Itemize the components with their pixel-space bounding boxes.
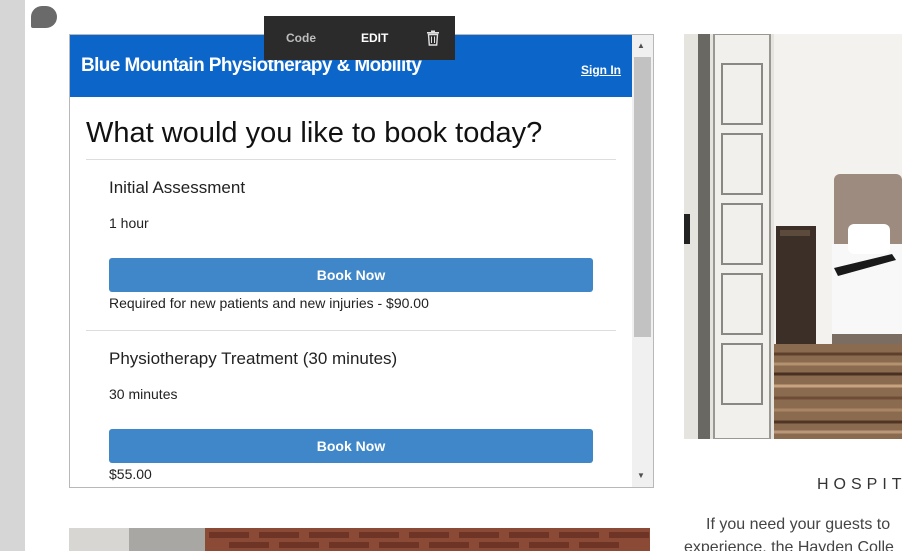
hotel-room-photo — [684, 34, 902, 439]
brick-wall-photo — [69, 528, 650, 551]
section-body-line: If you need your guests to — [706, 516, 891, 533]
section-heading: HOSPITA — [817, 476, 902, 493]
service-name-initial-assessment: Initial Assessment — [109, 178, 246, 197]
service-price: $55.00 — [109, 466, 152, 482]
booking-embed-frame: Blue Mountain Physiotherapy & Mobility S… — [69, 34, 654, 488]
scroll-down-arrow-icon[interactable]: ▼ — [637, 471, 645, 480]
divider — [86, 159, 616, 160]
drag-handle-icon[interactable] — [31, 6, 57, 28]
trash-icon[interactable] — [426, 30, 440, 46]
section-body-line: experience, the Hayden Colle — [684, 539, 894, 551]
block-editor-toolbar: Code EDIT — [264, 16, 455, 60]
page-title: What would you like to book today? — [86, 117, 543, 149]
scroll-up-arrow-icon[interactable]: ▲ — [637, 41, 645, 50]
sign-in-link[interactable]: Sign In — [581, 63, 621, 77]
divider — [86, 330, 616, 331]
service-duration: 30 minutes — [109, 386, 178, 402]
book-now-button-physiotherapy-treatment[interactable]: Book Now — [109, 429, 593, 463]
code-button[interactable]: Code — [286, 31, 316, 45]
scrollbar-thumb[interactable] — [634, 57, 651, 337]
service-duration: 1 hour — [109, 215, 149, 231]
service-name-physiotherapy-treatment: Physiotherapy Treatment (30 minutes) — [109, 349, 398, 368]
editor-left-gutter — [0, 0, 25, 551]
edit-button[interactable]: EDIT — [361, 31, 388, 45]
page-canvas: Blue Mountain Physiotherapy & Mobility S… — [0, 0, 902, 551]
book-now-button-initial-assessment[interactable]: Book Now — [109, 258, 593, 292]
service-note: Required for new patients and new injuri… — [109, 295, 429, 311]
